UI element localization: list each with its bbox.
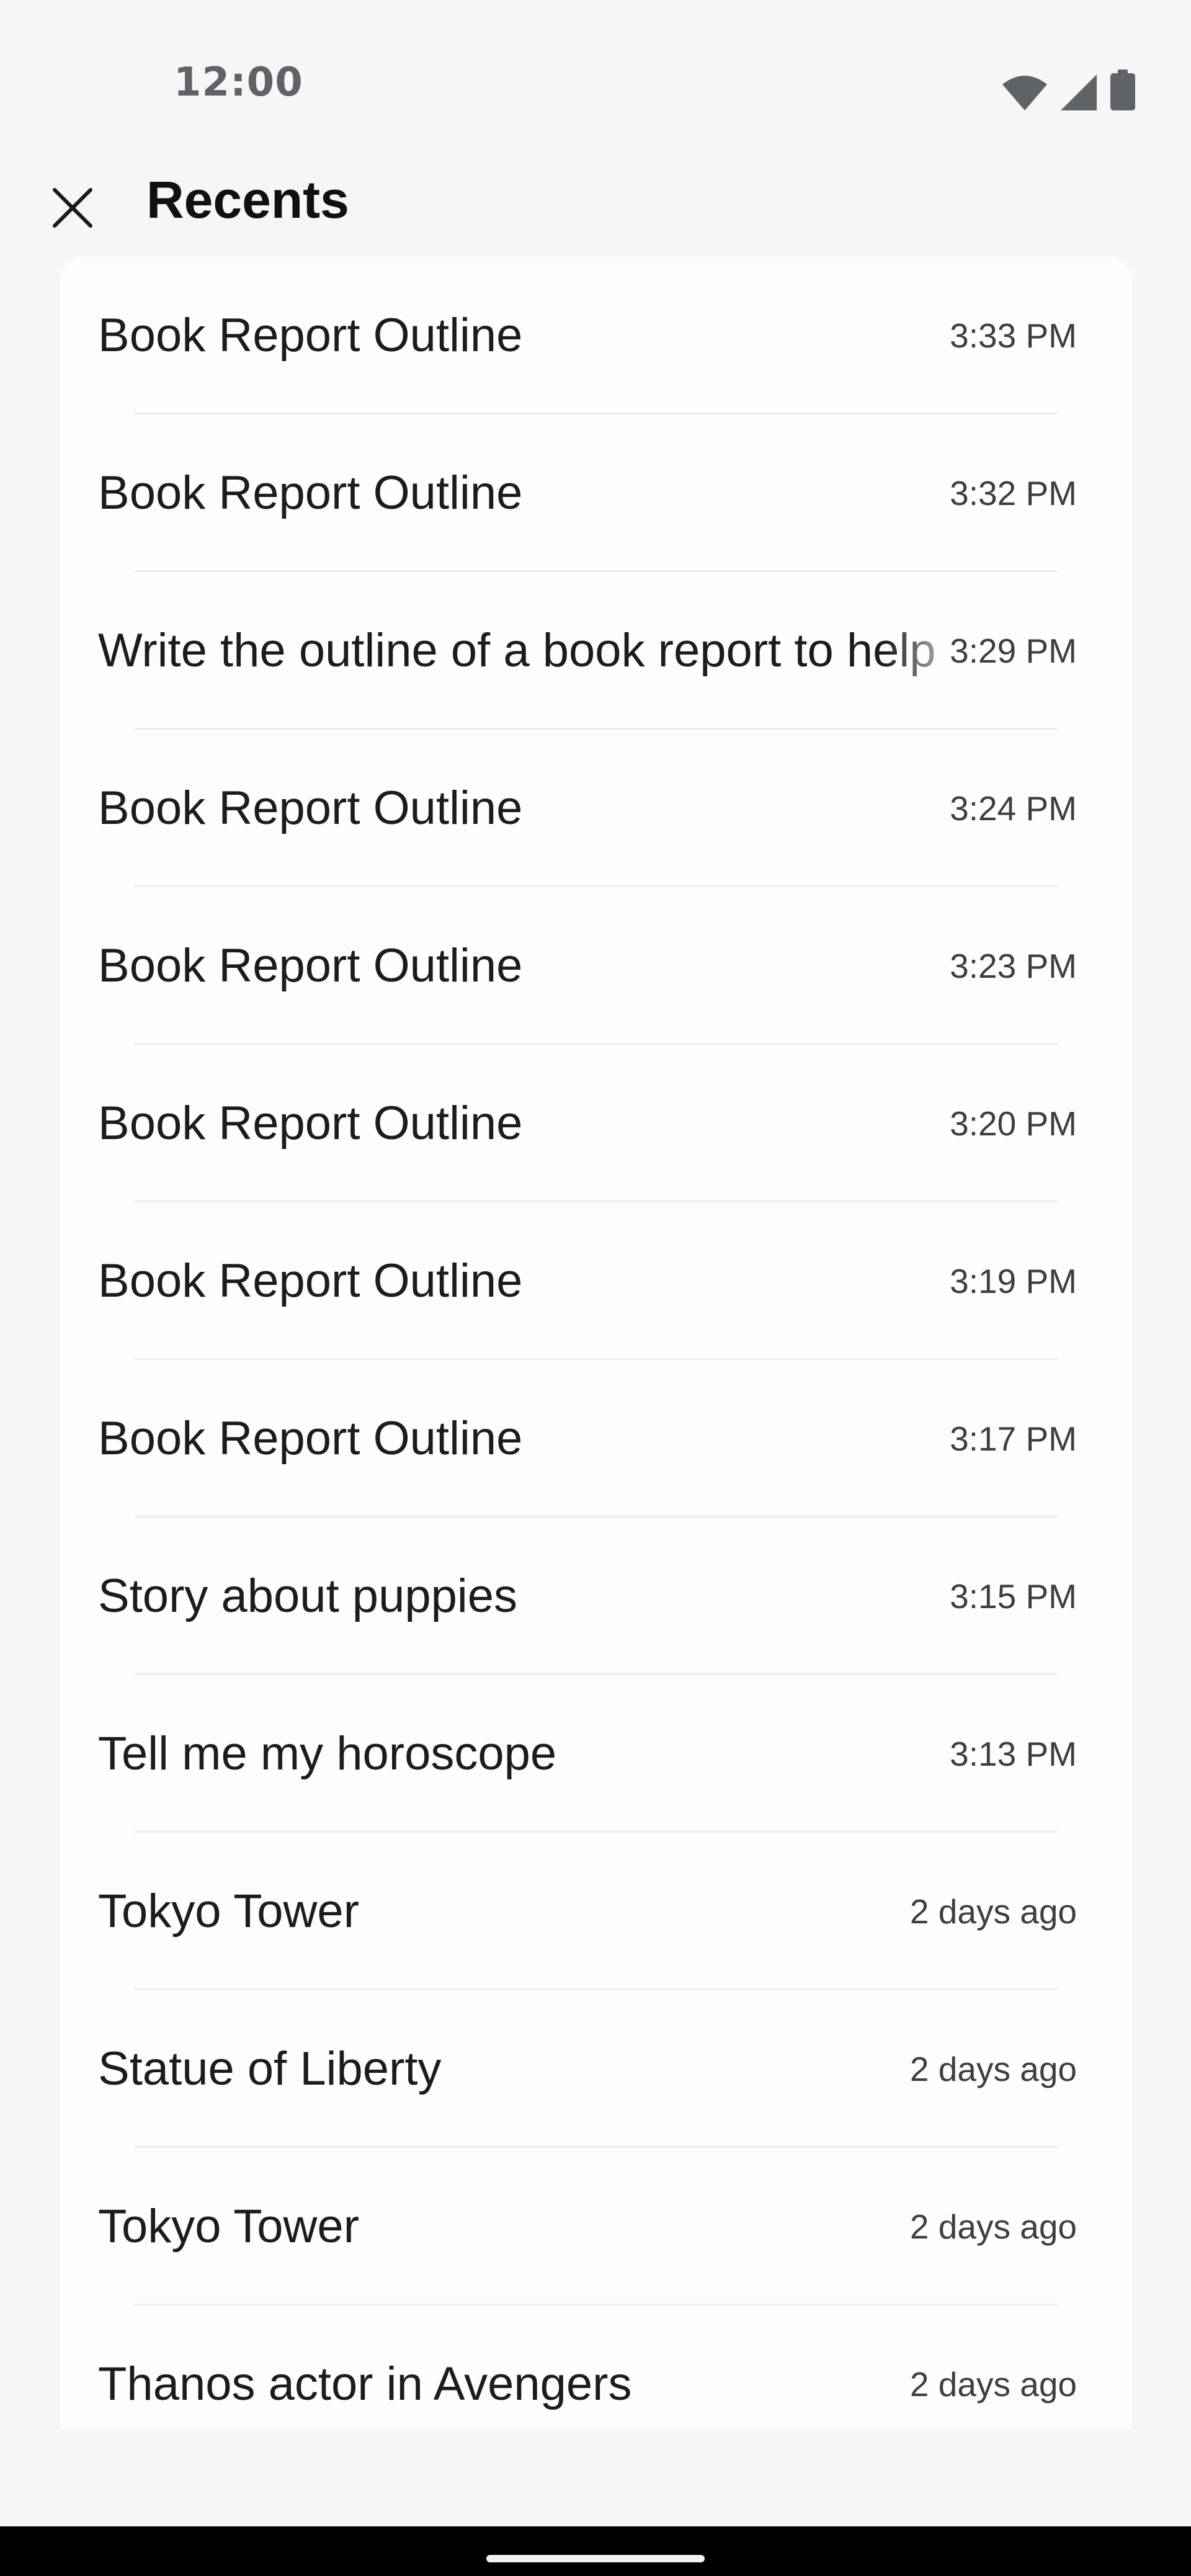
list-item-title: Book Report Outline — [98, 782, 523, 834]
list-item-time: 2 days ago — [909, 2050, 1077, 2088]
list-item-title: Book Report Outline — [98, 1412, 523, 1465]
list-item[interactable]: Book Report Outline 3:32 PM — [61, 414, 1131, 572]
home-gesture-handle[interactable] — [486, 2555, 705, 2562]
list-item-time: 2 days ago — [909, 1892, 1077, 1931]
navigation-bar — [0, 2526, 1191, 2576]
list-item-time: 3:24 PM — [950, 789, 1077, 828]
list-item-title: Write the outline of a book report to he… — [98, 624, 936, 677]
recents-list: Book Report Outline 3:33 PM Book Report … — [61, 257, 1131, 2430]
cellular-signal-icon — [1061, 74, 1097, 110]
list-item[interactable]: Book Report Outline 3:33 PM — [61, 257, 1131, 414]
list-item-time: 3:32 PM — [950, 474, 1077, 512]
list-item-title: Statue of Liberty — [98, 2042, 442, 2095]
list-item[interactable]: Book Report Outline 3:20 PM — [61, 1045, 1131, 1202]
list-item-title: Book Report Outline — [98, 467, 523, 519]
status-time: 12:00 — [174, 60, 303, 105]
list-item[interactable]: Statue of Liberty 2 days ago — [61, 1990, 1131, 2148]
list-item-title: Story about puppies — [98, 1570, 518, 1622]
wifi-icon — [1002, 76, 1047, 110]
list-item[interactable]: Write the outline of a book report to he… — [61, 572, 1131, 730]
list-item[interactable]: Tokyo Tower 2 days ago — [61, 1833, 1131, 1990]
list-item-title: Book Report Outline — [98, 1097, 523, 1150]
list-item-time: 3:15 PM — [950, 1577, 1077, 1616]
list-item-time: 3:13 PM — [950, 1735, 1077, 1773]
app-bar: Recents — [0, 155, 1191, 254]
list-item[interactable]: Book Report Outline 3:19 PM — [61, 1202, 1131, 1360]
list-item-time: 3:19 PM — [950, 1262, 1077, 1300]
page-title: Recents — [146, 171, 349, 229]
list-item[interactable]: Story about puppies 3:15 PM — [61, 1518, 1131, 1675]
list-item-time: 3:33 PM — [950, 316, 1077, 355]
list-item-time: 2 days ago — [909, 2207, 1077, 2246]
list-item-time: 3:23 PM — [950, 947, 1077, 985]
list-item-time: 2 days ago — [909, 2365, 1077, 2404]
list-item-title: Thanos actor in Avengers — [98, 2358, 632, 2410]
list-item-title: Tell me my horoscope — [98, 1727, 557, 1780]
list-item[interactable]: Tell me my horoscope 3:13 PM — [61, 1675, 1131, 1833]
status-icons — [1002, 69, 1135, 110]
list-item-time: 3:20 PM — [950, 1104, 1077, 1143]
battery-icon — [1110, 69, 1135, 110]
close-button[interactable] — [38, 174, 107, 242]
status-bar: 12:00 — [0, 0, 1191, 168]
list-item-time: 3:29 PM — [950, 632, 1077, 670]
list-item-title: Tokyo Tower — [98, 2200, 360, 2253]
list-item-title: Book Report Outline — [98, 309, 523, 362]
list-item[interactable]: Thanos actor in Avengers 2 days ago — [61, 2305, 1131, 2430]
list-item[interactable]: Book Report Outline 3:23 PM — [61, 887, 1131, 1045]
list-item-title: Tokyo Tower — [98, 1885, 360, 1938]
list-item-title: Book Report Outline — [98, 939, 523, 992]
list-item-time: 3:17 PM — [950, 1420, 1077, 1458]
list-item-title: Book Report Outline — [98, 1254, 523, 1307]
list-item[interactable]: Tokyo Tower 2 days ago — [61, 2148, 1131, 2305]
list-item[interactable]: Book Report Outline 3:24 PM — [61, 730, 1131, 887]
close-icon — [53, 188, 92, 228]
list-item[interactable]: Book Report Outline 3:17 PM — [61, 1360, 1131, 1518]
